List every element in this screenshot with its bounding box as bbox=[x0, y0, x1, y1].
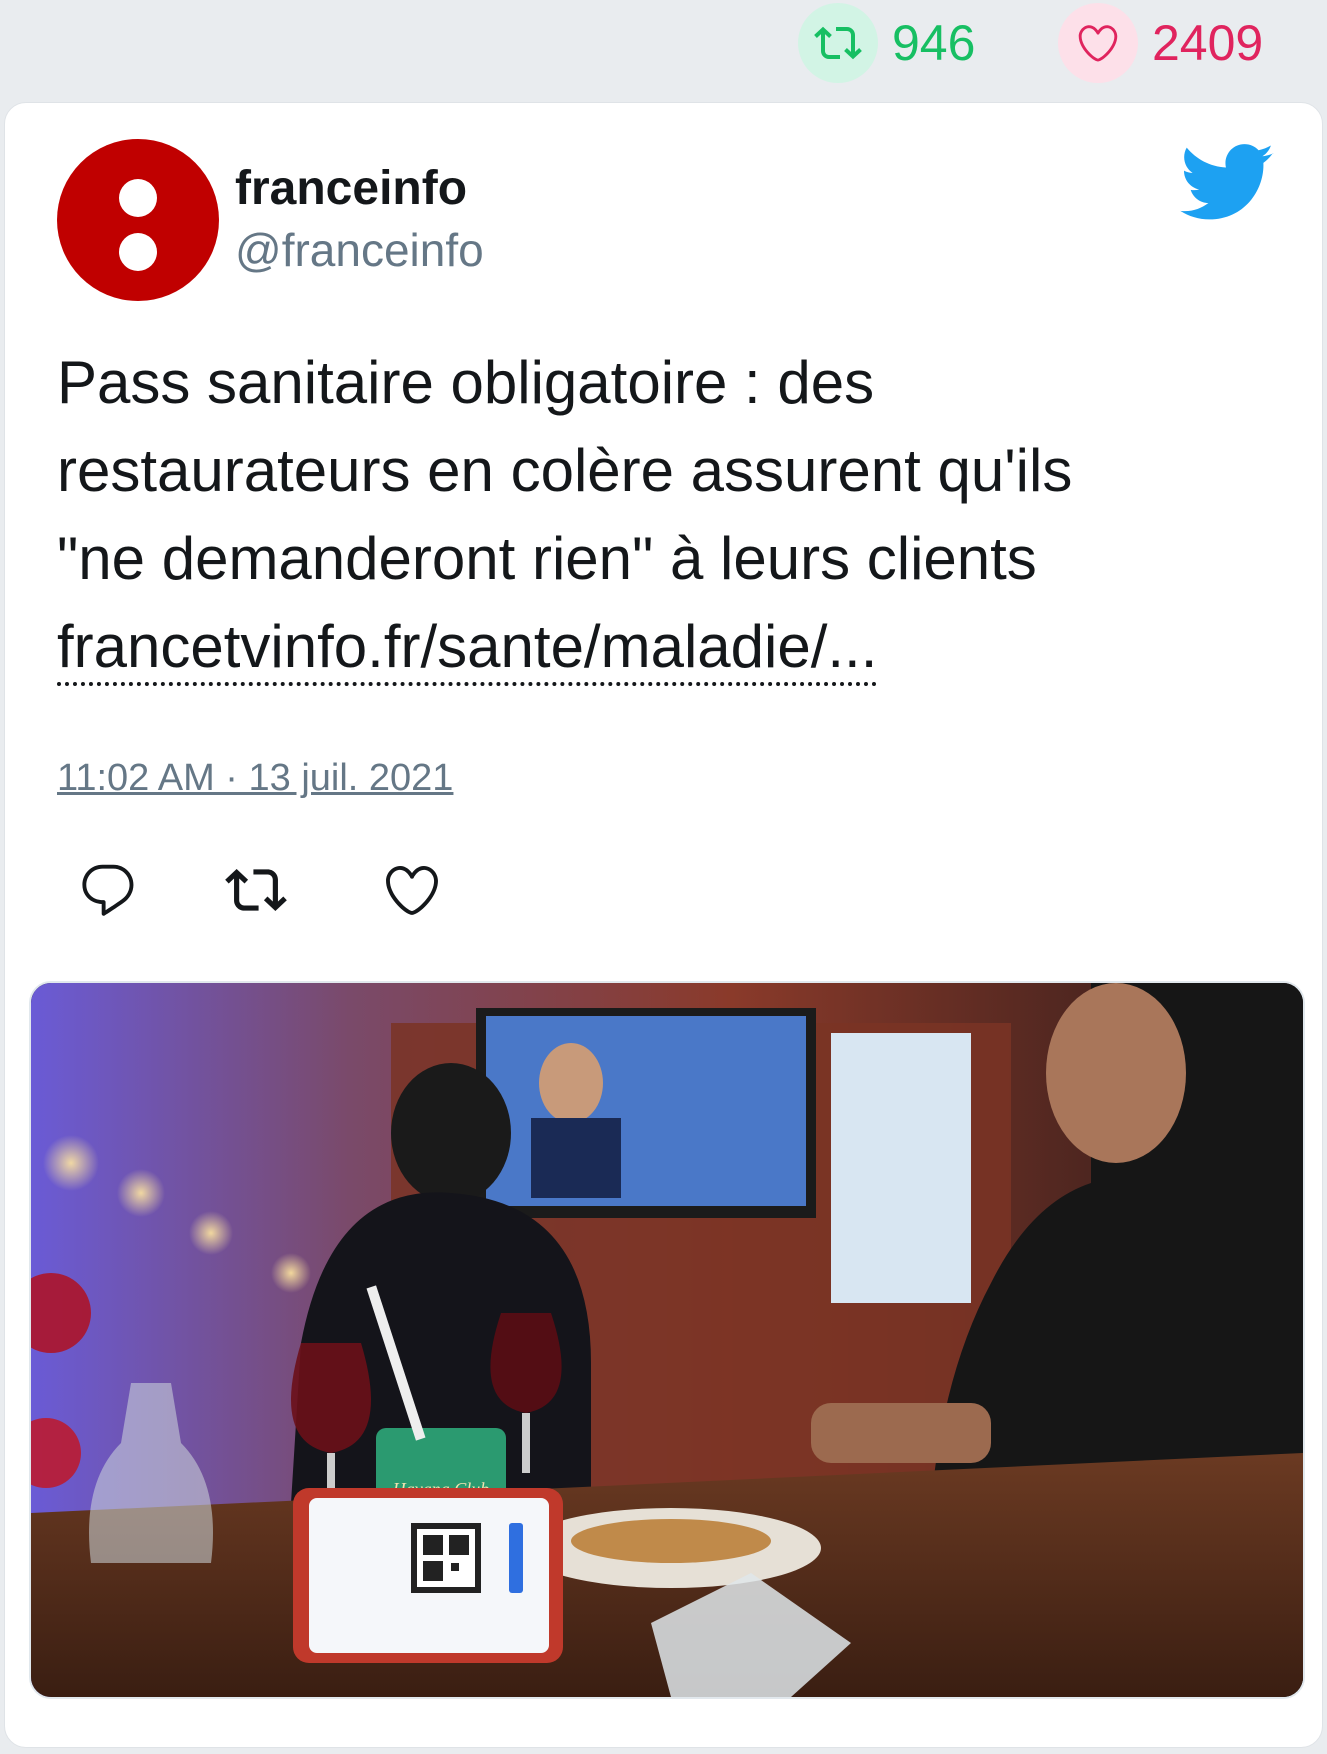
like-count: 2409 bbox=[1152, 15, 1264, 71]
heart-icon[interactable] bbox=[381, 859, 443, 921]
tweet-card: franceinfo @franceinfo Pass sanitaire ob… bbox=[4, 102, 1323, 1748]
like-count-stat[interactable]: 2409 bbox=[1058, 3, 1264, 83]
article-link[interactable]: francetvinfo.fr/sante/maladie/... bbox=[57, 613, 878, 686]
author-display-name[interactable]: franceinfo bbox=[235, 161, 467, 216]
retweet-stat-icon-bg bbox=[798, 3, 878, 83]
tweet-text-line-3: "ne demanderont rien" à leurs clients bbox=[57, 525, 1037, 592]
twitter-logo-icon[interactable] bbox=[1175, 143, 1275, 227]
tweet-text-line-1: Pass sanitaire obligatoire : des bbox=[57, 349, 875, 416]
tweet-media-photo[interactable]: Havana Club bbox=[29, 981, 1305, 1699]
like-stat-icon-bg bbox=[1058, 3, 1138, 83]
retweet-icon bbox=[814, 26, 862, 60]
retweet-icon[interactable] bbox=[225, 859, 287, 921]
author-handle[interactable]: @franceinfo bbox=[235, 223, 484, 277]
reply-icon[interactable] bbox=[77, 859, 139, 921]
retweet-count: 946 bbox=[892, 15, 976, 71]
retweet-count-stat[interactable]: 946 bbox=[798, 3, 976, 83]
heart-icon bbox=[1078, 25, 1118, 62]
restaurant-photo: Havana Club bbox=[31, 983, 1303, 1697]
tweet-timestamp[interactable]: 11:02 AM · 13 juil. 2021 bbox=[57, 757, 453, 800]
tweet-text: Pass sanitaire obligatoire : des restaur… bbox=[57, 339, 1287, 691]
avatar[interactable] bbox=[57, 139, 219, 301]
avatar-dot-bottom bbox=[119, 233, 157, 271]
tweet-text-line-2: restaurateurs en colère assurent qu'ils bbox=[57, 437, 1073, 504]
avatar-dot-top bbox=[119, 179, 157, 217]
tweet-stats-bar: 946 2409 bbox=[0, 0, 1327, 90]
